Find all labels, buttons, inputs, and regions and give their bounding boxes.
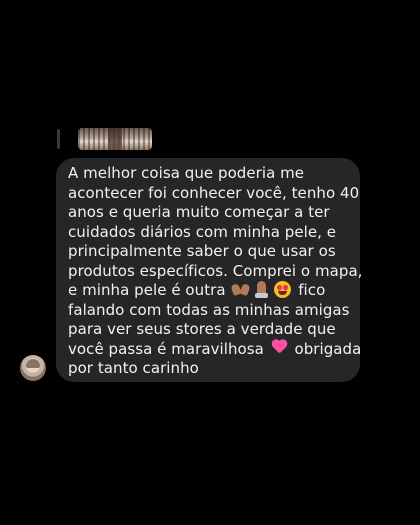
message-fragment: você passa é maravilhosa — [68, 339, 269, 358]
heart-eyes-face-icon — [274, 281, 292, 298]
message-line: por tanto carinho — [68, 359, 199, 377]
message-text: A melhor coisa que poderia me acontecer … — [68, 164, 363, 379]
message-fragment: e minha pele é outra — [68, 281, 231, 299]
folded-hands-icon — [253, 281, 270, 298]
heart-hands-icon — [232, 281, 249, 298]
message-line: principalmente saber o que usar os — [68, 242, 336, 260]
message-line: cuidados diários com minha pele, e — [68, 222, 337, 241]
message-line: acontecer foi conhecer você, tenho 40 — [68, 183, 360, 202]
message-fragment: obrigada — [289, 339, 362, 358]
message-line: A melhor coisa que poderia me — [68, 164, 305, 182]
story-reply-thumbnail[interactable] — [78, 128, 152, 150]
message-line: você passa é maravilhosa obrigada — [68, 339, 361, 360]
message-line: anos e queria muito começar a ter — [68, 203, 330, 221]
message-line: falando com todas as minhas amigas — [68, 300, 350, 319]
pink-heart-icon — [271, 340, 288, 357]
message-line: para ver seus stores a verdade que — [68, 320, 336, 338]
message-line: produtos específicos. Comprei o mapa, — [68, 261, 363, 280]
reply-indicator-bar — [57, 129, 60, 149]
sender-avatar[interactable] — [20, 355, 46, 381]
message-fragment: fico — [293, 281, 326, 299]
message-bubble[interactable]: A melhor coisa que poderia me acontecer … — [56, 158, 363, 382]
message-line: e minha pele é outra fico — [68, 281, 350, 301]
